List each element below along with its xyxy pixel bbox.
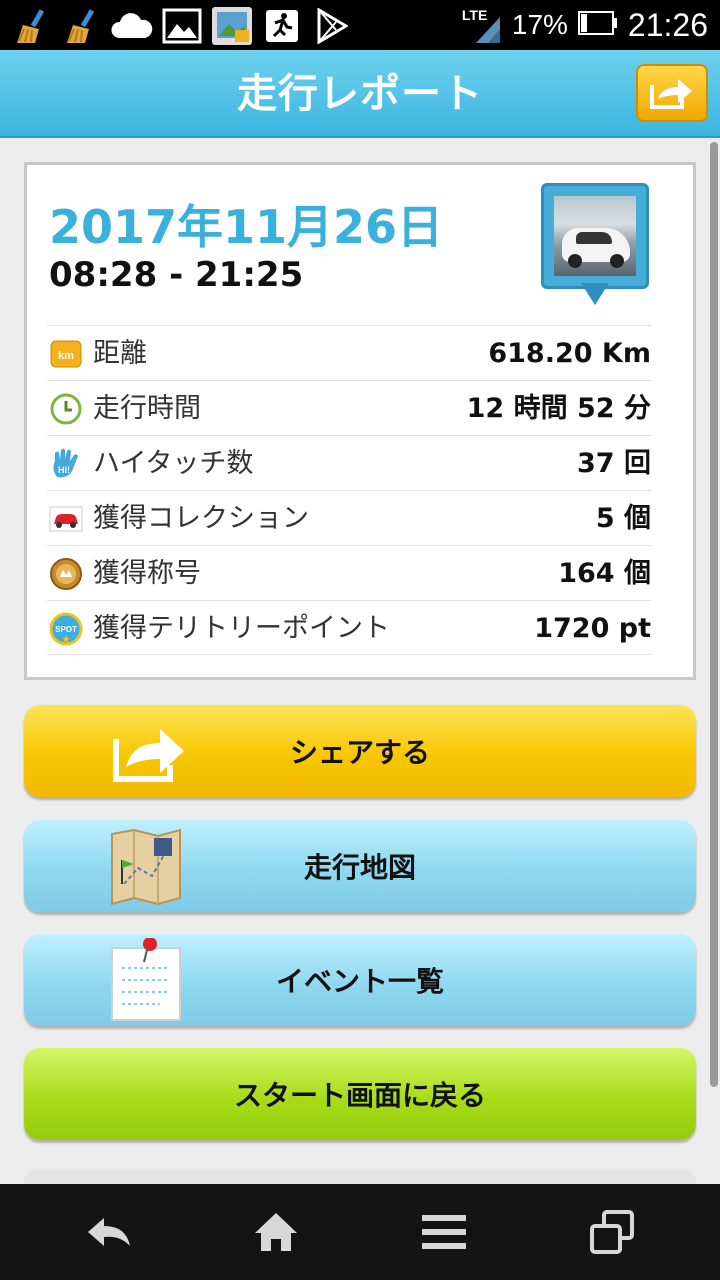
car-icon bbox=[49, 503, 83, 535]
stat-label: 獲得コレクション bbox=[93, 503, 309, 534]
stat-row-distance: km 距離 618.20 Km bbox=[47, 325, 651, 380]
drive-map-button-label: 走行地図 bbox=[303, 851, 416, 884]
report-time-range: 08:28 - 21:25 bbox=[49, 255, 304, 295]
scrollbar[interactable] bbox=[710, 142, 718, 1087]
recent-apps-icon bbox=[590, 1210, 634, 1254]
share-icon bbox=[650, 79, 692, 109]
image-icon bbox=[160, 6, 204, 46]
event-list-button-label: イベント一覧 bbox=[275, 965, 444, 998]
stats-list: km 距離 618.20 Km 走行時間 12 時間 52 分 Hi! ハイタッ… bbox=[47, 325, 651, 655]
svg-text:km: km bbox=[58, 350, 74, 362]
svg-text:Hi!: Hi! bbox=[58, 465, 70, 475]
share-button-label: シェアする bbox=[289, 736, 430, 769]
stat-label: 走行時間 bbox=[93, 393, 201, 424]
back-button[interactable] bbox=[50, 1184, 170, 1280]
stat-label: 獲得テリトリーポイント bbox=[93, 613, 390, 644]
spot-icon: SPOT bbox=[49, 612, 83, 646]
broom-icon bbox=[10, 6, 54, 46]
km-icon: km bbox=[49, 338, 83, 370]
recent-apps-button[interactable] bbox=[552, 1184, 672, 1280]
status-bar: LTE 17% 21:26 bbox=[0, 0, 720, 50]
share-icon bbox=[113, 729, 184, 782]
stat-row-high-touch: Hi! ハイタッチ数 37 回 bbox=[47, 435, 651, 490]
broom-icon bbox=[60, 6, 104, 46]
menu-icon bbox=[422, 1215, 466, 1249]
play-store-icon bbox=[310, 6, 354, 46]
stat-row-drive-time: 走行時間 12 時間 52 分 bbox=[47, 380, 651, 435]
back-to-start-button[interactable]: スタート画面に戻る bbox=[24, 1048, 696, 1140]
stat-label: ハイタッチ数 bbox=[93, 448, 254, 479]
event-list-button[interactable]: イベント一覧 bbox=[24, 934, 696, 1026]
running-icon bbox=[260, 6, 304, 46]
medal-icon bbox=[49, 558, 83, 590]
car-photo-pin[interactable] bbox=[541, 183, 649, 313]
stat-label: 距離 bbox=[93, 338, 147, 369]
home-icon bbox=[255, 1213, 297, 1251]
header-share-button[interactable] bbox=[636, 64, 708, 122]
system-nav-bar bbox=[0, 1184, 720, 1280]
stat-row-titles: 獲得称号 164 個 bbox=[47, 545, 651, 600]
stat-label: 獲得称号 bbox=[93, 558, 201, 589]
report-date: 2017年11月26日 bbox=[49, 200, 444, 254]
stat-value: 12 時間 52 分 bbox=[466, 393, 651, 424]
menu-button[interactable] bbox=[384, 1184, 504, 1280]
stat-value: 37 回 bbox=[577, 448, 651, 479]
hi-hand-icon: Hi! bbox=[49, 448, 83, 480]
car-photo bbox=[554, 196, 636, 276]
stat-value: 164 個 bbox=[558, 558, 651, 589]
back-to-start-button-label: スタート画面に戻る bbox=[233, 1079, 486, 1112]
clock-time: 21:26 bbox=[627, 6, 708, 43]
stat-value: 5 個 bbox=[595, 503, 651, 534]
svg-text:SPOT: SPOT bbox=[55, 625, 77, 634]
back-icon bbox=[88, 1218, 130, 1246]
cloud-icon bbox=[110, 6, 154, 46]
app-header: 走行レポート bbox=[0, 50, 720, 138]
stat-value: 1720 pt bbox=[534, 613, 651, 644]
stat-row-territory: SPOT 獲得テリトリーポイント 1720 pt bbox=[47, 600, 651, 655]
photo-icon bbox=[210, 6, 254, 46]
page-title: 走行レポート bbox=[237, 71, 483, 117]
lte-signal-icon: LTE bbox=[462, 5, 502, 45]
clock-icon bbox=[49, 393, 83, 425]
report-card: 2017年11月26日 08:28 - 21:25 km 距離 618.20 K… bbox=[24, 162, 696, 680]
share-button[interactable]: シェアする bbox=[24, 705, 696, 797]
memo-pin-icon bbox=[111, 938, 181, 1021]
drive-map-button[interactable]: 走行地図 bbox=[24, 820, 696, 912]
stat-value: 618.20 Km bbox=[488, 338, 651, 369]
map-icon bbox=[111, 828, 181, 906]
battery-percent: 17% bbox=[511, 9, 568, 40]
battery-icon bbox=[577, 10, 618, 40]
home-button[interactable] bbox=[216, 1184, 336, 1280]
stat-row-collection: 獲得コレクション 5 個 bbox=[47, 490, 651, 545]
